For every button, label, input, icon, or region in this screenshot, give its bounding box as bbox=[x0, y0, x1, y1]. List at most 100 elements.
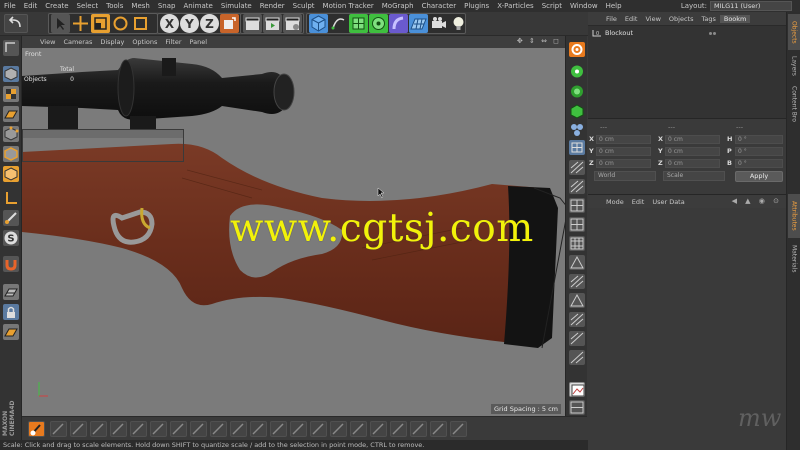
green-cube-tool-button[interactable] bbox=[569, 104, 585, 119]
mesh-tool-10-button[interactable] bbox=[569, 331, 585, 346]
render-view-button[interactable] bbox=[243, 14, 262, 33]
snap-button[interactable]: S bbox=[3, 230, 19, 246]
size-x-field[interactable]: 0 cm bbox=[665, 135, 720, 144]
cube-object-button[interactable] bbox=[309, 14, 328, 33]
rotation-p-field[interactable]: 0 ° bbox=[735, 147, 783, 156]
menu-script[interactable]: Script bbox=[538, 2, 566, 10]
bottom-tool-13-button[interactable] bbox=[290, 421, 307, 437]
menu-character[interactable]: Character bbox=[418, 2, 461, 10]
camera-object-button[interactable] bbox=[429, 14, 448, 33]
om-menu-edit[interactable]: Edit bbox=[621, 15, 642, 23]
menu-x-particles[interactable]: X-Particles bbox=[493, 2, 537, 10]
viewport-menu-view[interactable]: View bbox=[36, 38, 59, 46]
menu-snap[interactable]: Snap bbox=[154, 2, 180, 10]
layout-select[interactable]: MILG11 (User) bbox=[710, 1, 792, 11]
menu-render[interactable]: Render bbox=[256, 2, 289, 10]
bottom-tool-14-button[interactable] bbox=[310, 421, 327, 437]
axis-mode-button[interactable] bbox=[3, 190, 19, 206]
visibility-dots-icon[interactable] bbox=[709, 31, 716, 35]
menu-mesh[interactable]: Mesh bbox=[127, 2, 153, 10]
tab-content-browser[interactable]: Content Bro bbox=[788, 82, 800, 126]
bottom-tool-12-button[interactable] bbox=[270, 421, 287, 437]
mesh-tool-3-button[interactable] bbox=[569, 198, 585, 213]
bottom-tool-3-button[interactable] bbox=[90, 421, 107, 437]
bottom-tool-21-button[interactable] bbox=[450, 421, 467, 437]
apply-button[interactable]: Apply bbox=[735, 171, 783, 182]
rotation-h-field[interactable]: 0 ° bbox=[735, 135, 783, 144]
menu-select[interactable]: Select bbox=[73, 2, 103, 10]
select-tool-button[interactable] bbox=[51, 14, 70, 33]
bottom-tool-2-button[interactable] bbox=[70, 421, 87, 437]
menu-simulate[interactable]: Simulate bbox=[217, 2, 256, 10]
om-menu-file[interactable]: File bbox=[602, 15, 621, 23]
viewport-nav-icons[interactable]: ✥ ⇕ ⇔ ◻ bbox=[517, 37, 561, 45]
floor-object-button[interactable] bbox=[409, 14, 428, 33]
bottom-tool-7-button[interactable] bbox=[170, 421, 187, 437]
size-z-field[interactable]: 0 cm bbox=[665, 159, 720, 168]
front-viewport[interactable]: Front Total Objects 0 www.cgtsj.com Grid… bbox=[22, 48, 565, 416]
mesh-tool-7-button[interactable] bbox=[569, 274, 585, 289]
mesh-tool-5-button[interactable] bbox=[569, 236, 585, 251]
bottom-tool-16-button[interactable] bbox=[350, 421, 367, 437]
x-axis-lock-button[interactable]: X bbox=[160, 14, 179, 33]
bottom-tool-15-button[interactable] bbox=[330, 421, 347, 437]
green-gear-tool-button[interactable] bbox=[569, 84, 585, 99]
mesh-tool-8-button[interactable] bbox=[569, 293, 585, 308]
position-y-field[interactable]: 0 cm bbox=[596, 147, 651, 156]
mesh-tool-6-button[interactable] bbox=[569, 255, 585, 270]
array-object-button[interactable] bbox=[369, 14, 388, 33]
spline-pen-button[interactable] bbox=[329, 14, 348, 33]
mesh-tool-1-button[interactable] bbox=[569, 160, 585, 175]
blue-grid-tool-button[interactable] bbox=[569, 140, 585, 155]
menu-tools[interactable]: Tools bbox=[102, 2, 127, 10]
bottom-tool-9-button[interactable] bbox=[210, 421, 227, 437]
bottom-tool-18-button[interactable] bbox=[390, 421, 407, 437]
object-name[interactable]: Blockout bbox=[605, 29, 633, 37]
workplane-mode-button[interactable] bbox=[3, 106, 19, 122]
render-region-button[interactable] bbox=[569, 42, 585, 57]
om-menu-objects[interactable]: Objects bbox=[665, 15, 698, 23]
z-axis-lock-button[interactable]: Z bbox=[200, 14, 219, 33]
tab-attributes[interactable]: Attributes bbox=[788, 194, 800, 238]
mesh-tool-4-button[interactable] bbox=[569, 217, 585, 232]
polygons-mode-button[interactable] bbox=[3, 166, 19, 182]
bottom-tool-17-button[interactable] bbox=[370, 421, 387, 437]
viewport-menu-cameras[interactable]: Cameras bbox=[59, 38, 96, 46]
bottom-tool-20-button[interactable] bbox=[430, 421, 447, 437]
tab-layers[interactable]: Layers bbox=[788, 52, 800, 80]
attr-menu-edit[interactable]: Edit bbox=[628, 198, 649, 206]
menu-sculpt[interactable]: Sculpt bbox=[289, 2, 319, 10]
menu-file[interactable]: File bbox=[0, 2, 20, 10]
bottom-tool-19-button[interactable] bbox=[410, 421, 427, 437]
menu-create[interactable]: Create bbox=[41, 2, 72, 10]
picture-viewer-button[interactable] bbox=[569, 382, 585, 397]
y-axis-lock-button[interactable]: Y bbox=[180, 14, 199, 33]
position-z-field[interactable]: 0 cm bbox=[596, 159, 651, 168]
light-object-button[interactable] bbox=[449, 14, 468, 33]
size-y-field[interactable]: 0 cm bbox=[665, 147, 720, 156]
mesh-tool-9-button[interactable] bbox=[569, 312, 585, 327]
position-x-field[interactable]: 0 cm bbox=[596, 135, 651, 144]
mesh-tool-11-button[interactable] bbox=[569, 350, 585, 365]
bottom-tool-4-button[interactable] bbox=[110, 421, 127, 437]
magnet-snap-button[interactable] bbox=[3, 256, 19, 272]
coordinate-mode-select[interactable]: World bbox=[594, 171, 656, 181]
points-mode-button[interactable] bbox=[3, 126, 19, 142]
attr-menu-mode[interactable]: Mode bbox=[602, 198, 628, 206]
scale-tool-button[interactable] bbox=[91, 14, 110, 33]
bottom-tool-10-button[interactable] bbox=[230, 421, 247, 437]
viewport-menu-panel[interactable]: Panel bbox=[186, 38, 212, 46]
rotate-tool-button[interactable] bbox=[111, 14, 130, 33]
move-tool-button[interactable] bbox=[71, 14, 90, 33]
texture-tool-button[interactable] bbox=[569, 400, 585, 415]
bottom-tool-8-button[interactable] bbox=[190, 421, 207, 437]
render-picture-viewer-button[interactable] bbox=[263, 14, 282, 33]
viewport-menu-filter[interactable]: Filter bbox=[161, 38, 185, 46]
workplane-lock-button[interactable] bbox=[3, 284, 19, 300]
menu-edit[interactable]: Edit bbox=[20, 2, 42, 10]
menu-motion-tracker[interactable]: Motion Tracker bbox=[319, 2, 378, 10]
mesh-tool-2-button[interactable] bbox=[569, 179, 585, 194]
undo-button[interactable] bbox=[4, 14, 28, 33]
tweak-mode-button[interactable] bbox=[3, 210, 19, 226]
object-row-blockout[interactable]: 0 Blockout bbox=[592, 29, 782, 37]
